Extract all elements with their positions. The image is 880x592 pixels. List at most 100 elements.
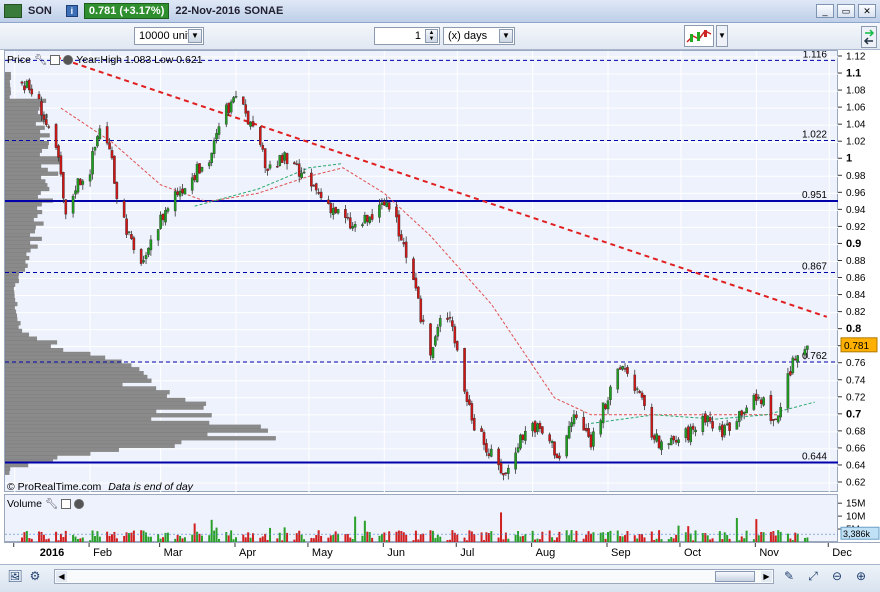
price-panel-header: Price 🔧︎ Year:High 1.083 Low 0.621	[7, 53, 203, 67]
candle-body	[524, 430, 527, 441]
drawing-tools-icon[interactable]: ✎	[780, 568, 798, 586]
minimize-button[interactable]: _	[816, 4, 834, 18]
price-tick-label: 1.04	[846, 120, 866, 131]
volume-bar	[500, 512, 503, 543]
volume-profile-bar	[5, 229, 36, 234]
scroll-right-icon[interactable]: ▶	[761, 571, 772, 582]
units-select[interactable]: 10000 units ▼	[134, 27, 204, 45]
candle-body	[387, 202, 391, 210]
candle-body	[499, 462, 503, 474]
candle-body	[635, 388, 639, 390]
candle-body	[451, 320, 454, 327]
price-tick-label: 1	[846, 153, 852, 165]
candle-body	[319, 191, 323, 199]
candle-body	[470, 403, 474, 421]
volume-profile-bar	[5, 236, 42, 241]
candle-body	[166, 208, 170, 212]
volume-chart-panel[interactable]: Volume 🔧︎	[4, 494, 839, 543]
price-chart-panel[interactable]: 1.116 1.022 0.951 0.867 0.762 0.644 Price 🔧︎ …	[4, 50, 839, 493]
volume-profile-bar	[5, 386, 157, 391]
window-icon[interactable]	[50, 54, 61, 65]
month-label: Nov	[759, 547, 779, 559]
candle-body	[789, 371, 792, 376]
candle-body	[592, 431, 595, 447]
candle-body	[565, 435, 568, 457]
volume-bar	[269, 527, 272, 543]
time-scrollbar[interactable]: ◀ ▶	[54, 569, 774, 584]
candle-body	[541, 426, 544, 434]
resistance-trendline	[55, 56, 828, 318]
candle-body	[317, 192, 320, 194]
chevron-down-icon[interactable]: ▼	[188, 29, 202, 43]
candle-body	[419, 298, 423, 323]
symbol-label: SON	[28, 5, 52, 17]
candle-body	[757, 396, 761, 399]
zoom-in-icon[interactable]: ⊕	[852, 568, 870, 586]
price-tick-label: 0.84	[846, 290, 866, 301]
restore-button[interactable]: ▭	[837, 4, 855, 18]
chevron-down-icon[interactable]: ▼	[499, 29, 513, 43]
candle-body	[108, 142, 111, 150]
wrench-icon[interactable]: 🔧︎	[45, 497, 58, 510]
candle-body	[276, 165, 279, 168]
interval-select[interactable]: (x) days ▼	[443, 27, 515, 45]
close-button[interactable]: ✕	[858, 4, 876, 18]
candle-body	[740, 410, 744, 416]
close-panel-icon[interactable]	[63, 54, 74, 65]
price-tick-label: 0.64	[846, 460, 866, 471]
window-icon[interactable]	[61, 498, 72, 509]
volume-profile-bar	[5, 225, 36, 230]
volume-profile-bar	[5, 463, 29, 468]
close-panel-icon[interactable]	[74, 498, 85, 509]
indicator-icon[interactable]: ⚙︎	[26, 568, 44, 586]
zoom-out-icon[interactable]: ⊖	[828, 568, 846, 586]
volume-profile-bar	[5, 424, 261, 429]
volume-profile-bar	[5, 71, 11, 77]
chart-type-button[interactable]	[684, 25, 714, 47]
volume-profile-bar	[5, 79, 10, 84]
candle-body	[567, 426, 571, 439]
volume-bar	[363, 520, 366, 543]
candle-body	[164, 210, 167, 223]
candle-body	[762, 397, 765, 406]
candle-body	[314, 183, 318, 191]
candle-body	[259, 127, 262, 145]
volume-profile-bar	[5, 413, 212, 418]
scroll-thumb[interactable]	[715, 571, 755, 582]
period-stepper[interactable]: 1 ▲ ▼	[374, 27, 440, 45]
candle-body	[601, 402, 605, 424]
candle-body	[786, 373, 790, 409]
volume-profile-bar	[5, 382, 123, 387]
candle-body	[181, 188, 184, 194]
chevron-down-icon[interactable]: ▼	[716, 25, 728, 47]
volume-chart-svg[interactable]	[5, 495, 839, 543]
volume-profile-bar	[5, 163, 42, 169]
candle-body	[263, 148, 267, 169]
wrench-icon[interactable]: 🔧︎	[34, 53, 47, 66]
month-label: Sep	[611, 547, 631, 559]
chart-window-icon[interactable]	[4, 4, 22, 18]
volume-profile-bar	[5, 401, 207, 406]
info-icon[interactable]: i	[65, 5, 78, 17]
candle-body	[351, 226, 355, 229]
stepper-arrows-icon[interactable]: ▲ ▼	[425, 29, 438, 43]
volume-profile-bar	[5, 175, 42, 180]
candle-body	[246, 110, 250, 125]
volume-profile-bar	[5, 447, 119, 452]
candle-body	[312, 185, 316, 187]
candle-body	[438, 318, 442, 327]
zoom-fit-icon[interactable]: ⤢	[804, 568, 822, 586]
price-chart-svg[interactable]: 1.1161.0220.9510.8670.7620.644	[5, 51, 839, 493]
sync-tool-button[interactable]	[861, 26, 877, 48]
candle-body	[618, 367, 622, 370]
candle-body	[796, 355, 799, 363]
scroll-left-icon[interactable]: ◀	[56, 571, 67, 582]
volume-profile-bar	[5, 259, 26, 264]
candle-body	[229, 101, 233, 113]
chart-image-icon[interactable]: 🖼︎	[6, 568, 24, 586]
volume-profile-bar	[5, 83, 11, 88]
candle-body	[183, 188, 187, 195]
volume-profile-bar	[5, 397, 186, 403]
current-price-label: 0.781	[844, 341, 869, 352]
candle-body	[353, 224, 357, 228]
